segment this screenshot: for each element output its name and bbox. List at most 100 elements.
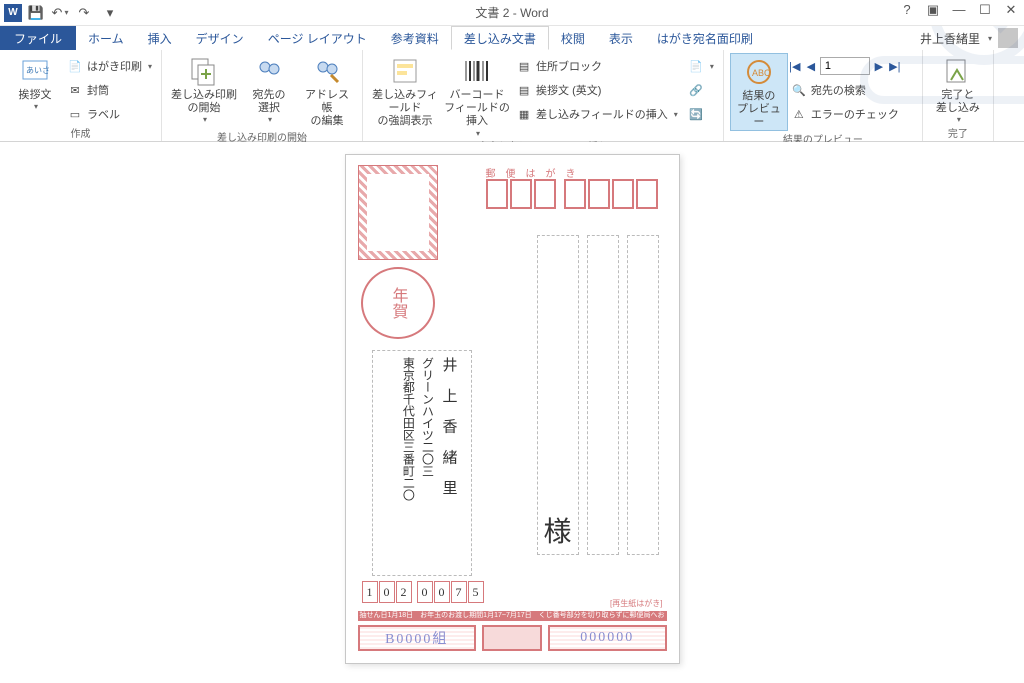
update-labels-button[interactable]: 🔄 [685,103,717,125]
recipient-address-box-2[interactable] [587,235,619,555]
merge-field-icon: ▦ [516,106,532,122]
tab-home[interactable]: ホーム [76,26,136,50]
edit-recipient-list-button[interactable]: アドレス帳 の編集 [298,53,356,129]
sender-zip-boxes: 1 0 2 0 0 7 5 [362,581,484,603]
tab-mailings[interactable]: 差し込み文書 [451,26,549,50]
zip-cell[interactable] [534,179,556,209]
preview-icon: ABC [743,56,775,88]
tab-hagaki-print[interactable]: はがき宛名面印刷 [645,26,765,50]
update-labels-icon: 🔄 [688,106,704,122]
edit-list-icon [311,55,343,87]
recipients-icon [253,55,285,87]
highlight-icon [389,55,421,87]
qat-customize-icon[interactable]: ▾ [100,3,120,23]
tab-view[interactable]: 表示 [597,26,645,50]
zip-cell[interactable] [636,179,658,209]
highlight-merge-fields-button[interactable]: 差し込みフィールド の強調表示 [369,53,441,129]
sender-zip-cell[interactable]: 0 [379,581,395,603]
greeting-line-icon: ▤ [516,82,532,98]
sender-zip-cell[interactable]: 0 [434,581,450,603]
sender-address-2: グリーンハイツ二〇三 [417,357,436,569]
title-bar: W 💾 ↶▾ ↷ ▾ 文書 2 - Word ? ▣ — ☐ ✕ [0,0,1024,26]
first-record-button[interactable]: |◀ [788,60,802,73]
greeting-text-button[interactable]: あいさつ 挨拶文▾ [6,53,64,112]
preview-results-button[interactable]: ABC 結果の プレビュー [730,53,788,131]
label-icon: ▭ [67,106,83,122]
greeting-text-icon: あいさつ [19,55,51,87]
sender-zip-cell[interactable]: 7 [451,581,467,603]
ribbon-options-icon[interactable]: ▣ [924,2,942,18]
restore-icon[interactable]: ☐ [976,2,994,18]
save-icon[interactable]: 💾 [26,3,46,23]
postcard-page[interactable]: 郵便はがき 年賀 様 東京都千代田区三番町二〇 グリーンハイツ二〇三 井 上 香… [345,154,680,664]
group-create-label: 作成 [6,125,155,141]
group-start-mailmerge: 差し込み印刷 の開始▾ 宛先の 選択▾ アドレス帳 の編集 差し込み印刷の開始 [162,50,363,141]
close-icon[interactable]: ✕ [1002,2,1020,18]
lottery-row: B0000組 000000 [358,625,667,651]
rules-button[interactable]: 📄▾ [685,55,717,77]
barcode-icon [461,55,493,87]
insert-merge-field-button[interactable]: ▦差し込みフィールドの挿入▾ [513,103,681,125]
tab-insert[interactable]: 挿入 [136,26,184,50]
sender-address-1: 東京都千代田区三番町二〇 [398,357,417,569]
sender-zip-cell[interactable]: 2 [396,581,412,603]
group-create: あいさつ 挨拶文▾ 📄はがき印刷▾ ✉封筒 ▭ラベル 作成 [0,50,162,141]
zip-cell[interactable] [612,179,634,209]
tab-layout[interactable]: ページ レイアウト [256,26,379,50]
word-app-icon: W [4,4,22,22]
sender-zip-cell[interactable]: 1 [362,581,378,603]
recipient-name-box[interactable]: 様 [537,235,579,555]
svg-text:ABC: ABC [752,68,771,78]
match-fields-button[interactable]: 🔗 [685,79,717,101]
greeting-line-button[interactable]: ▤挨拶文 (英文) [513,79,681,101]
rules-icon: 📄 [688,58,704,74]
group-finish-label: 完了 [929,125,987,141]
window-title: 文書 2 - Word [0,4,1024,21]
lottery-notice: 抽せん日1月18日 お年玉のお渡し期間1月17~7月17日 くじ番号部分を切り取… [358,611,667,621]
recipient-address-area: 様 [537,235,659,555]
minimize-icon[interactable]: — [950,2,968,18]
envelope-icon: ✉ [67,82,83,98]
sender-zip-cell[interactable]: 5 [468,581,484,603]
start-mailmerge-button[interactable]: 差し込み印刷 の開始▾ [168,53,240,125]
address-block-button[interactable]: ▤住所ブロック [513,55,681,77]
mailmerge-icon [188,55,220,87]
sender-name: 井 上 香 緒 里 [437,357,461,569]
recipient-address-box-1[interactable] [627,235,659,555]
document-area[interactable]: 郵便はがき 年賀 様 東京都千代田区三番町二〇 グリーンハイツ二〇三 井 上 香… [0,142,1024,683]
sender-zip-cell[interactable]: 0 [417,581,433,603]
tab-design[interactable]: デザイン [184,26,256,50]
svg-text:あいさつ: あいさつ [26,66,49,75]
label-button[interactable]: ▭ラベル [64,103,155,125]
zip-cell[interactable] [564,179,586,209]
lottery-group: B0000組 [358,625,477,651]
envelope-button[interactable]: ✉封筒 [64,79,155,101]
hagaki-print-button[interactable]: 📄はがき印刷▾ [64,55,155,77]
sender-area[interactable]: 東京都千代田区三番町二〇 グリーンハイツ二〇三 井 上 香 緒 里 [372,350,472,576]
barcode-field-button[interactable]: バーコード フィールドの挿入▾ [441,53,513,138]
stamp-area [358,165,438,260]
lottery-emblem [482,625,542,651]
errors-icon: ⚠ [791,106,807,122]
find-icon: 🔍 [791,82,807,98]
postcard-icon: 📄 [67,58,83,74]
zip-cell[interactable] [588,179,610,209]
address-block-icon: ▤ [516,58,532,74]
recipient-zip-boxes [486,179,658,209]
honorific-sama: 様 [538,510,578,550]
nenga-stamp: 年賀 [361,267,435,339]
redo-icon[interactable]: ↷ [74,3,94,23]
lottery-number: 000000 [548,625,667,651]
tab-references[interactable]: 参考資料 [379,26,451,50]
select-recipients-button[interactable]: 宛先の 選択▾ [240,53,298,125]
tab-review[interactable]: 校閲 [549,26,597,50]
recycled-paper-note: [再生紙はがき] [610,598,662,609]
prev-record-button[interactable]: ◀ [804,60,818,73]
help-icon[interactable]: ? [898,2,916,18]
tab-file[interactable]: ファイル [0,26,76,50]
match-fields-icon: 🔗 [688,82,704,98]
group-write-insert: 差し込みフィールド の強調表示 バーコード フィールドの挿入▾ ▤住所ブロック … [363,50,724,141]
undo-icon[interactable]: ↶▾ [50,3,70,23]
zip-cell[interactable] [510,179,532,209]
zip-cell[interactable] [486,179,508,209]
